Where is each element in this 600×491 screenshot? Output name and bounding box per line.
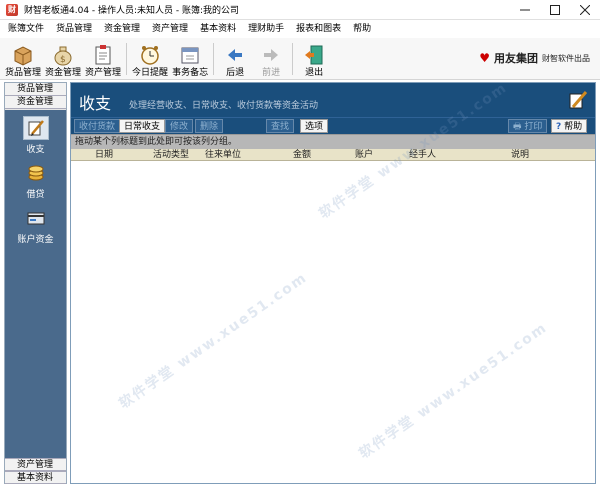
money-bag-icon: $ — [52, 44, 74, 66]
action-bar: 收付货款 日常收支 修改 删除 查找 选项 🖶 打印 ? 帮助 — [71, 117, 595, 134]
printer-icon: 🖶 — [513, 122, 522, 132]
nav-panel-funds: 收支 借贷 账户资金 — [5, 110, 66, 460]
nav-group-goods[interactable]: 货品管理 — [5, 83, 66, 96]
menu-help[interactable]: 帮助 — [347, 21, 377, 38]
toolbar-exit-label: 退出 — [305, 68, 324, 78]
toolbar-forward-label: 前进 — [262, 68, 281, 78]
nav-group-assets[interactable]: 资产管理 — [5, 458, 66, 471]
col-date[interactable]: 日期 — [95, 149, 113, 161]
toolbar-goods-button[interactable]: 货品管理 — [3, 39, 43, 79]
brand-logo: ♥ 用友集团 财智软件出品 — [479, 50, 590, 66]
forward-arrow-icon — [260, 44, 282, 66]
toolbar-assets-label: 资产管理 — [85, 68, 122, 78]
clipboard-icon — [92, 44, 114, 66]
col-account[interactable]: 账户 — [355, 149, 373, 161]
nav-item-loan[interactable]: 借贷 — [5, 161, 66, 200]
maximize-button[interactable] — [540, 0, 570, 20]
menu-funds[interactable]: 资金管理 — [98, 21, 146, 38]
options-button[interactable]: 选项 — [300, 119, 329, 133]
nav-group-funds[interactable]: 资金管理 — [5, 96, 66, 109]
toolbar-exit-button[interactable]: 退出 — [296, 39, 332, 79]
module-title: 收支 — [79, 94, 112, 113]
help-icon: ? — [556, 122, 562, 132]
tab-daily-income-expense[interactable]: 日常收支 — [119, 119, 166, 133]
col-activity-type[interactable]: 活动类型 — [153, 149, 189, 161]
toolbar-funds-label: 资金管理 — [45, 68, 82, 78]
back-arrow-icon — [224, 44, 246, 66]
title-bar: 财 财智老板通4.04 - 操作人员:未知人员 - 账簿:我的公司 — [0, 0, 600, 20]
nav-item-loan-label: 借贷 — [26, 190, 45, 200]
calendar-icon — [179, 44, 201, 66]
menu-reports[interactable]: 报表和图表 — [290, 21, 347, 38]
coins-icon — [23, 161, 49, 185]
edit-button[interactable]: 修改 — [165, 119, 194, 133]
toolbar-goods-label: 货品管理 — [5, 68, 42, 78]
window-title: 财智老板通4.04 - 操作人员:未知人员 - 账簿:我的公司 — [24, 6, 240, 16]
main-panel: 收支 处理经营收支、日常收支、收付货款等资金活动 收付货款 日常收支 修改 删除… — [70, 82, 596, 484]
col-description[interactable]: 说明 — [511, 149, 529, 161]
pen-notebook-icon — [22, 116, 49, 140]
nav-item-account-funds-label: 账户资金 — [17, 235, 54, 245]
module-header: 收支 处理经营收支、日常收支、收付货款等资金活动 — [71, 83, 595, 117]
toolbar-separator — [126, 43, 128, 75]
grid-body[interactable] — [71, 161, 595, 483]
svg-text:$: $ — [60, 55, 66, 65]
clock-icon — [139, 44, 161, 66]
menu-finance-assistant[interactable]: 理财助手 — [242, 21, 290, 38]
close-icon — [580, 5, 590, 15]
toolbar-assets-button[interactable]: 资产管理 — [83, 39, 123, 79]
tab-payment-receipt[interactable]: 收付货款 — [74, 119, 121, 133]
box-icon — [12, 44, 34, 66]
nav-item-income-expense[interactable]: 收支 — [5, 116, 66, 155]
minimize-icon — [520, 9, 530, 11]
menu-bar: 账簿文件 货品管理 资金管理 资产管理 基本资料 理财助手 报表和图表 帮助 — [0, 21, 600, 38]
group-by-hint[interactable]: 拖动某个列标题到此处即可按该列分组。 — [71, 134, 595, 149]
toolbar-back-label: 后退 — [226, 68, 245, 78]
menu-assets[interactable]: 资产管理 — [146, 21, 194, 38]
toolbar-separator — [292, 43, 294, 75]
grid-header: 日期 活动类型 往来单位 金额 账户 经手人 说明 — [71, 149, 595, 161]
account-card-icon — [23, 206, 49, 230]
minimize-button[interactable] — [510, 0, 540, 20]
nav-item-income-expense-label: 收支 — [26, 145, 45, 155]
col-amount[interactable]: 金额 — [293, 149, 311, 161]
menu-basic-data[interactable]: 基本资料 — [194, 21, 242, 38]
window-controls — [510, 0, 600, 20]
menu-file[interactable]: 账簿文件 — [2, 21, 50, 38]
print-button[interactable]: 🖶 打印 — [508, 119, 548, 133]
left-navigation: 货品管理 资金管理 收支 借贷 账户资金 资产管理 基本资料 — [4, 82, 67, 484]
yonyou-heart-icon: ♥ — [479, 51, 490, 65]
pen-notebook-icon — [567, 89, 589, 111]
maximize-icon — [550, 5, 560, 15]
exit-door-icon — [303, 44, 325, 66]
col-counterparty[interactable]: 往来单位 — [205, 149, 241, 161]
print-label: 打印 — [524, 122, 543, 132]
module-subtitle: 处理经营收支、日常收支、收付货款等资金活动 — [129, 101, 319, 111]
help-label: 帮助 — [564, 122, 583, 132]
toolbar-memo-button[interactable]: 事务备忘 — [170, 39, 210, 79]
close-button[interactable] — [570, 0, 600, 20]
toolbar-memo-label: 事务备忘 — [172, 68, 209, 78]
toolbar-back-button[interactable]: 后退 — [217, 39, 253, 79]
help-button[interactable]: ? 帮助 — [551, 119, 588, 133]
brand-subtitle: 财智软件出品 — [542, 53, 590, 63]
find-button[interactable]: 查找 — [266, 119, 295, 133]
nav-group-basic-data[interactable]: 基本资料 — [5, 471, 66, 484]
toolbar-reminder-label: 今日提醒 — [132, 68, 169, 78]
menu-goods[interactable]: 货品管理 — [50, 21, 98, 38]
nav-item-account-funds[interactable]: 账户资金 — [5, 206, 66, 245]
app-icon: 财 — [6, 3, 18, 16]
toolbar-forward-button[interactable]: 前进 — [253, 39, 289, 79]
nav-bottom-groups: 资产管理 基本资料 — [5, 458, 66, 484]
brand-name: 用友集团 — [494, 52, 538, 65]
toolbar-separator — [213, 43, 215, 75]
col-handler[interactable]: 经手人 — [409, 149, 436, 161]
delete-button[interactable]: 删除 — [195, 119, 224, 133]
toolbar-reminder-button[interactable]: 今日提醒 — [130, 39, 170, 79]
toolbar-funds-button[interactable]: $ 资金管理 — [43, 39, 83, 79]
